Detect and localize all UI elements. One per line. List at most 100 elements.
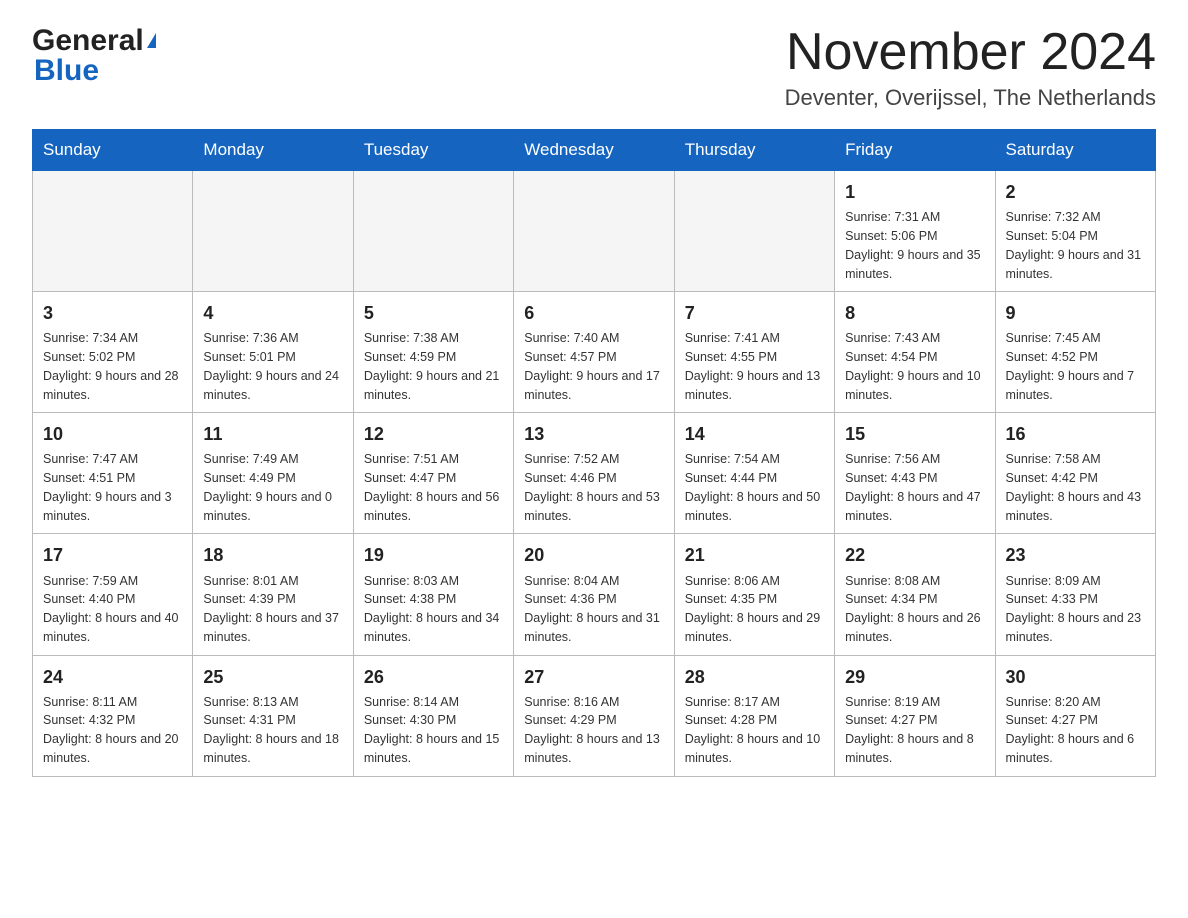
- header-tuesday: Tuesday: [353, 130, 513, 171]
- title-area: November 2024 Deventer, Overijssel, The …: [785, 24, 1156, 111]
- day-number: 30: [1006, 664, 1145, 690]
- header-friday: Friday: [835, 130, 995, 171]
- logo-general: General: [32, 24, 144, 58]
- day-number: 9: [1006, 300, 1145, 326]
- week-row-4: 24Sunrise: 8:11 AM Sunset: 4:32 PM Dayli…: [33, 655, 1156, 776]
- day-number: 4: [203, 300, 342, 326]
- day-number: 29: [845, 664, 984, 690]
- day-number: 20: [524, 542, 663, 568]
- day-number: 26: [364, 664, 503, 690]
- day-info: Sunrise: 7:34 AM Sunset: 5:02 PM Dayligh…: [43, 329, 182, 404]
- day-info: Sunrise: 7:32 AM Sunset: 5:04 PM Dayligh…: [1006, 208, 1145, 283]
- day-info: Sunrise: 7:51 AM Sunset: 4:47 PM Dayligh…: [364, 450, 503, 525]
- calendar-cell: 27 Sunrise: 8:16 AM Sunset: 4:29 PM Dayli…: [514, 655, 674, 776]
- day-info: Sunrise: 7:47 AM Sunset: 4:51 PM Dayligh…: [43, 450, 182, 525]
- calendar-header-row: SundayMondayTuesdayWednesdayThursdayFrid…: [33, 130, 1156, 171]
- day-info: Sunrise: 8:20 AM Sunset: 4:27 PM Dayligh…: [1006, 693, 1145, 768]
- day-info: Sunrise: 8:14 AM Sunset: 4:30 PM Dayligh…: [364, 693, 503, 768]
- logo-blue: Blue: [32, 54, 99, 88]
- calendar-cell: 24Sunrise: 8:11 AM Sunset: 4:32 PM Dayli…: [33, 655, 193, 776]
- calendar-cell: [353, 171, 513, 292]
- calendar-cell: 3 Sunrise: 7:34 AM Sunset: 5:02 PM Daylig…: [33, 292, 193, 413]
- day-number: 18: [203, 542, 342, 568]
- calendar-cell: 28Sunrise: 8:17 AM Sunset: 4:28 PM Dayli…: [674, 655, 834, 776]
- day-number: 1: [845, 179, 984, 205]
- day-info: Sunrise: 7:38 AM Sunset: 4:59 PM Dayligh…: [364, 329, 503, 404]
- calendar-cell: 15 Sunrise: 7:56 AM Sunset: 4:43 PM Dayli…: [835, 413, 995, 534]
- day-info: Sunrise: 7:49 AM Sunset: 4:49 PM Dayligh…: [203, 450, 342, 525]
- calendar-cell: 14 Sunrise: 7:54 AM Sunset: 4:44 PM Dayli…: [674, 413, 834, 534]
- calendar-cell: [674, 171, 834, 292]
- day-info: Sunrise: 7:43 AM Sunset: 4:54 PM Dayligh…: [845, 329, 984, 404]
- day-number: 24: [43, 664, 182, 690]
- day-number: 23: [1006, 542, 1145, 568]
- calendar-cell: 1 Sunrise: 7:31 AM Sunset: 5:06 PM Daylig…: [835, 171, 995, 292]
- week-row-1: 3 Sunrise: 7:34 AM Sunset: 5:02 PM Daylig…: [33, 292, 1156, 413]
- calendar-cell: 20Sunrise: 8:04 AM Sunset: 4:36 PM Dayli…: [514, 534, 674, 655]
- calendar-cell: 26 Sunrise: 8:14 AM Sunset: 4:30 PM Dayli…: [353, 655, 513, 776]
- calendar-cell: 13 Sunrise: 7:52 AM Sunset: 4:46 PM Dayli…: [514, 413, 674, 534]
- day-number: 10: [43, 421, 182, 447]
- day-info: Sunrise: 8:06 AM Sunset: 4:35 PM Dayligh…: [685, 572, 824, 647]
- calendar-cell: 10 Sunrise: 7:47 AM Sunset: 4:51 PM Dayli…: [33, 413, 193, 534]
- calendar-cell: 11 Sunrise: 7:49 AM Sunset: 4:49 PM Dayli…: [193, 413, 353, 534]
- day-number: 19: [364, 542, 503, 568]
- day-info: Sunrise: 7:59 AM Sunset: 4:40 PM Dayligh…: [43, 572, 182, 647]
- logo-triangle-icon: [147, 33, 156, 48]
- day-number: 3: [43, 300, 182, 326]
- calendar-cell: 9 Sunrise: 7:45 AM Sunset: 4:52 PM Daylig…: [995, 292, 1155, 413]
- calendar-cell: 22Sunrise: 8:08 AM Sunset: 4:34 PM Dayli…: [835, 534, 995, 655]
- calendar-cell: [193, 171, 353, 292]
- day-number: 21: [685, 542, 824, 568]
- day-info: Sunrise: 7:54 AM Sunset: 4:44 PM Dayligh…: [685, 450, 824, 525]
- day-number: 5: [364, 300, 503, 326]
- calendar-cell: 16 Sunrise: 7:58 AM Sunset: 4:42 PM Dayli…: [995, 413, 1155, 534]
- calendar-title: November 2024: [785, 24, 1156, 81]
- day-info: Sunrise: 7:45 AM Sunset: 4:52 PM Dayligh…: [1006, 329, 1145, 404]
- calendar-cell: 29Sunrise: 8:19 AM Sunset: 4:27 PM Dayli…: [835, 655, 995, 776]
- day-number: 27: [524, 664, 663, 690]
- calendar-cell: 2Sunrise: 7:32 AM Sunset: 5:04 PM Daylig…: [995, 171, 1155, 292]
- day-info: Sunrise: 7:58 AM Sunset: 4:42 PM Dayligh…: [1006, 450, 1145, 525]
- calendar-cell: 12 Sunrise: 7:51 AM Sunset: 4:47 PM Dayli…: [353, 413, 513, 534]
- header-monday: Monday: [193, 130, 353, 171]
- calendar-table: SundayMondayTuesdayWednesdayThursdayFrid…: [32, 129, 1156, 776]
- day-number: 8: [845, 300, 984, 326]
- day-number: 12: [364, 421, 503, 447]
- day-info: Sunrise: 7:56 AM Sunset: 4:43 PM Dayligh…: [845, 450, 984, 525]
- calendar-cell: 19Sunrise: 8:03 AM Sunset: 4:38 PM Dayli…: [353, 534, 513, 655]
- day-info: Sunrise: 8:17 AM Sunset: 4:28 PM Dayligh…: [685, 693, 824, 768]
- calendar-cell: 25Sunrise: 8:13 AM Sunset: 4:31 PM Dayli…: [193, 655, 353, 776]
- day-number: 14: [685, 421, 824, 447]
- calendar-cell: 23 Sunrise: 8:09 AM Sunset: 4:33 PM Dayli…: [995, 534, 1155, 655]
- page-header: General Blue November 2024 Deventer, Ove…: [32, 24, 1156, 111]
- day-number: 13: [524, 421, 663, 447]
- day-number: 22: [845, 542, 984, 568]
- calendar-subtitle: Deventer, Overijssel, The Netherlands: [785, 85, 1156, 111]
- calendar-cell: 17 Sunrise: 7:59 AM Sunset: 4:40 PM Dayli…: [33, 534, 193, 655]
- day-number: 17: [43, 542, 182, 568]
- calendar-cell: 18Sunrise: 8:01 AM Sunset: 4:39 PM Dayli…: [193, 534, 353, 655]
- day-number: 11: [203, 421, 342, 447]
- calendar-cell: [33, 171, 193, 292]
- day-info: Sunrise: 7:36 AM Sunset: 5:01 PM Dayligh…: [203, 329, 342, 404]
- header-thursday: Thursday: [674, 130, 834, 171]
- day-info: Sunrise: 7:52 AM Sunset: 4:46 PM Dayligh…: [524, 450, 663, 525]
- week-row-0: 1 Sunrise: 7:31 AM Sunset: 5:06 PM Daylig…: [33, 171, 1156, 292]
- week-row-3: 17 Sunrise: 7:59 AM Sunset: 4:40 PM Dayli…: [33, 534, 1156, 655]
- calendar-cell: 8 Sunrise: 7:43 AM Sunset: 4:54 PM Daylig…: [835, 292, 995, 413]
- calendar-cell: 7Sunrise: 7:41 AM Sunset: 4:55 PM Daylig…: [674, 292, 834, 413]
- day-number: 15: [845, 421, 984, 447]
- logo: General Blue: [32, 24, 156, 88]
- calendar-cell: [514, 171, 674, 292]
- calendar-cell: 6Sunrise: 7:40 AM Sunset: 4:57 PM Daylig…: [514, 292, 674, 413]
- day-info: Sunrise: 8:16 AM Sunset: 4:29 PM Dayligh…: [524, 693, 663, 768]
- header-saturday: Saturday: [995, 130, 1155, 171]
- header-wednesday: Wednesday: [514, 130, 674, 171]
- day-number: 6: [524, 300, 663, 326]
- day-info: Sunrise: 7:31 AM Sunset: 5:06 PM Dayligh…: [845, 208, 984, 283]
- day-number: 25: [203, 664, 342, 690]
- day-number: 16: [1006, 421, 1145, 447]
- day-info: Sunrise: 8:09 AM Sunset: 4:33 PM Dayligh…: [1006, 572, 1145, 647]
- calendar-cell: 5 Sunrise: 7:38 AM Sunset: 4:59 PM Daylig…: [353, 292, 513, 413]
